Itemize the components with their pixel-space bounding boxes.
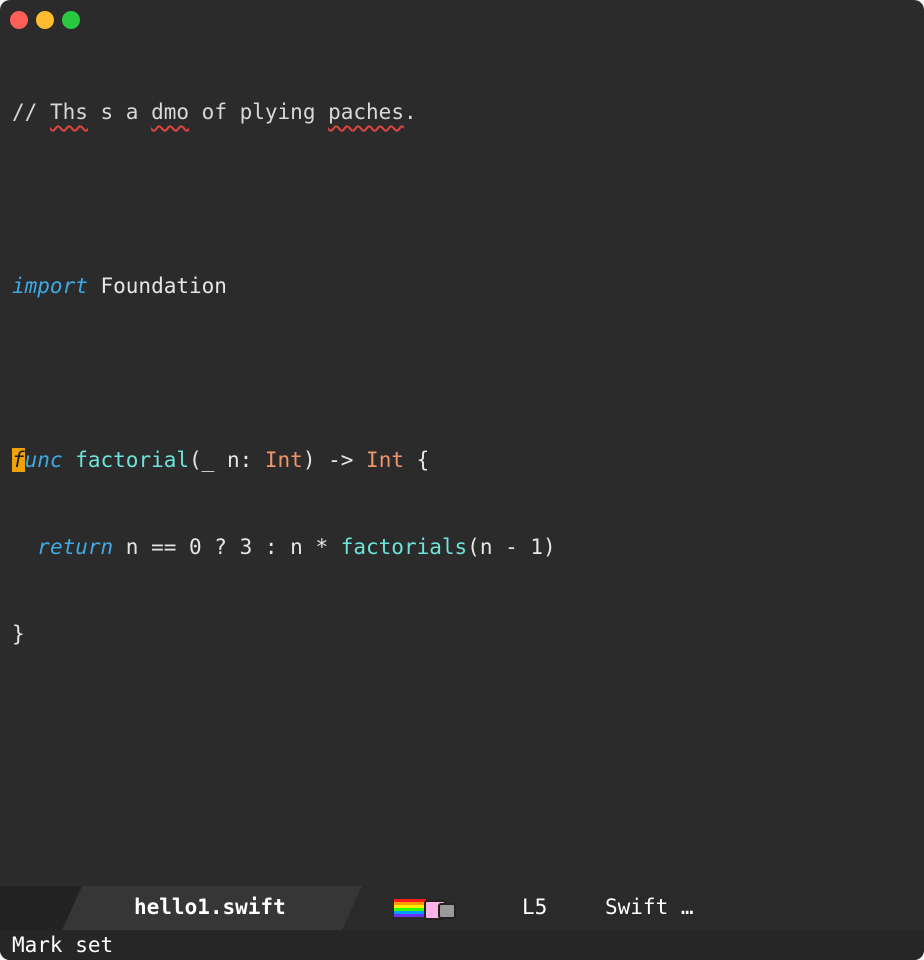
buffer-name[interactable]: hello1.swift bbox=[134, 895, 286, 919]
code-text: { bbox=[403, 448, 430, 472]
code-line-1: // Ths s a dmo of plying paches. bbox=[12, 98, 924, 127]
code-editor[interactable]: // Ths s a dmo of plying paches. import … bbox=[12, 40, 924, 707]
type-name: Int bbox=[264, 448, 303, 472]
code-line-3: import Foundation bbox=[12, 272, 924, 301]
type-name: Int bbox=[366, 448, 404, 472]
editor-window: // Ths s a dmo of plying paches. import … bbox=[0, 0, 924, 960]
zoom-button[interactable] bbox=[62, 11, 80, 29]
modeline-status-segment bbox=[0, 886, 82, 930]
cat-head bbox=[438, 903, 456, 919]
line-number: L5 bbox=[522, 895, 548, 919]
function-name: factorial bbox=[62, 448, 190, 472]
keyword-return: return bbox=[37, 535, 114, 559]
window-controls bbox=[10, 11, 80, 29]
misspelled-word[interactable]: dmo bbox=[151, 100, 189, 124]
comment-text: s a bbox=[87, 100, 152, 124]
mode-line: hello1.swift L5 Swift … bbox=[0, 886, 924, 930]
code-text: ) -> bbox=[302, 448, 367, 472]
misspelled-word[interactable]: Ths bbox=[50, 100, 88, 124]
comment-prefix: // bbox=[12, 100, 50, 124]
function-call: factorials bbox=[340, 535, 468, 559]
closing-brace: } bbox=[12, 622, 25, 646]
minimize-button[interactable] bbox=[36, 11, 54, 29]
echo-message: Mark set bbox=[12, 933, 114, 957]
code-text: (n - 1) bbox=[467, 535, 556, 559]
text-cursor: f bbox=[12, 448, 25, 472]
comment-text: of plying bbox=[189, 100, 329, 124]
comment-text: . bbox=[403, 100, 417, 124]
rainbow-trail bbox=[394, 899, 426, 917]
module-name: Foundation bbox=[87, 274, 227, 298]
close-button[interactable] bbox=[10, 11, 28, 29]
echo-area: Mark set bbox=[0, 930, 924, 960]
code-line-6: return n == 0 ? 3 : n * factorials(n - 1… bbox=[12, 533, 924, 562]
nyan-cat-icon[interactable] bbox=[394, 899, 456, 920]
code-line-7: } bbox=[12, 620, 924, 649]
modeline-buffer-segment: hello1.swift bbox=[62, 886, 360, 930]
code-text: (_ n: bbox=[189, 448, 265, 472]
code-line-5: func factorial(_ n: Int) -> Int { bbox=[12, 446, 924, 475]
code-text: n == 0 ? 3 : n * bbox=[113, 535, 341, 559]
major-mode[interactable]: Swift … bbox=[605, 895, 694, 919]
keyword-func: unc bbox=[24, 448, 63, 472]
misspelled-word[interactable]: paches bbox=[328, 100, 404, 124]
modeline-info-segment: L5 Swift … bbox=[342, 886, 924, 930]
keyword-import: import bbox=[12, 274, 88, 298]
